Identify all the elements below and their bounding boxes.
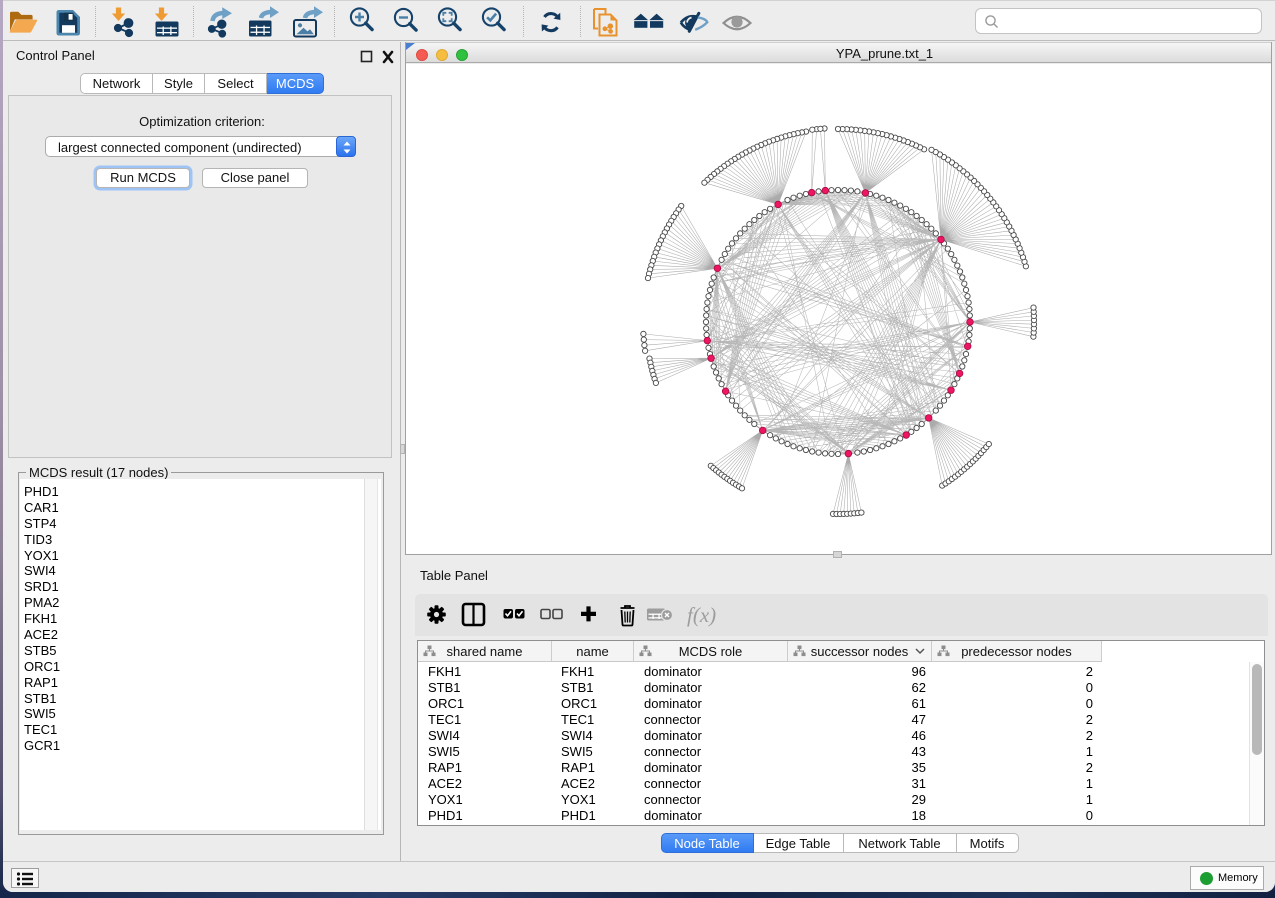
svg-text:f(x): f(x) (687, 603, 716, 627)
